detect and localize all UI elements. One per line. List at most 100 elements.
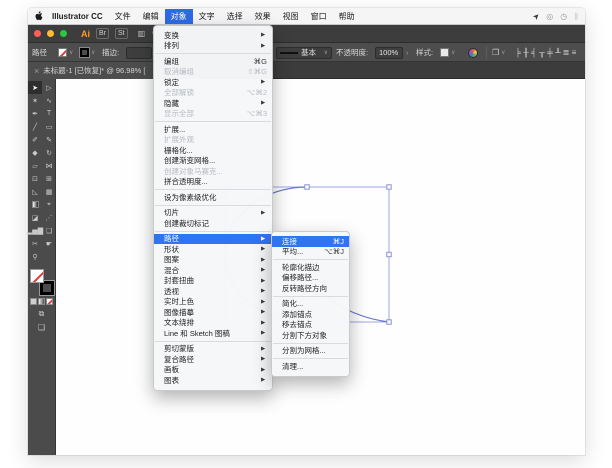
path-submenu-item-轮廓化描边[interactable]: 轮廓化描边 xyxy=(272,262,349,273)
magic-wand-tool[interactable]: ✶ xyxy=(28,94,42,107)
menubar-item-窗口[interactable]: 窗口 xyxy=(305,9,333,24)
minimize-window-button[interactable] xyxy=(47,30,54,37)
object-menu-item-图表[interactable]: 图表▶ xyxy=(154,375,272,386)
path-submenu-item-清理...[interactable]: 清理... xyxy=(272,361,349,372)
chevron-down-icon[interactable]: ∨ xyxy=(451,49,455,56)
style-swatch[interactable] xyxy=(440,48,449,57)
zoom-tool[interactable]: ⚲ xyxy=(28,250,42,263)
object-menu-item-扩展...[interactable]: 扩展... xyxy=(154,124,272,135)
blend-tool[interactable]: ◪ xyxy=(28,211,42,224)
opacity-stepper-icon[interactable]: › xyxy=(406,43,409,62)
selection-tool[interactable]: ➤ xyxy=(28,81,42,94)
scale-tool[interactable]: ▱ xyxy=(28,159,42,172)
object-menu-item-创建渐变网格...[interactable]: 创建渐变网格... xyxy=(154,156,272,167)
menubar-item-对象[interactable]: 对象 xyxy=(165,9,193,24)
object-menu-item-全部解锁[interactable]: 全部解锁⌥⌘2 xyxy=(154,88,272,99)
path-submenu-item-偏移路径...[interactable]: 偏移路径... xyxy=(272,273,349,284)
distribute-vertical-icon[interactable]: ≣ xyxy=(562,48,570,57)
path-submenu-item-分割下方对象[interactable]: 分割下方对象 xyxy=(272,330,349,341)
menubar-item-文字[interactable]: 文字 xyxy=(193,9,221,24)
object-menu-item-透视[interactable]: 透视▶ xyxy=(154,286,272,297)
align-vertical-top-icon[interactable]: ╥ xyxy=(538,48,546,57)
menubar-item-视图[interactable]: 视图 xyxy=(277,9,305,24)
align-vertical-bottom-icon[interactable]: ╨ xyxy=(554,48,562,57)
object-menu-item-栅格化...[interactable]: 栅格化... xyxy=(154,145,272,156)
menubar-item-效果[interactable]: 效果 xyxy=(249,9,277,24)
stroke-weight-field[interactable] xyxy=(126,47,152,59)
object-menu-item-实时上色[interactable]: 实时上色▶ xyxy=(154,297,272,308)
menubar-item-编辑[interactable]: 编辑 xyxy=(137,9,165,24)
object-menu-item-拼合透明度...[interactable]: 拼合透明度... xyxy=(154,177,272,188)
distribute-horizontal-icon[interactable]: ≡ xyxy=(570,48,578,57)
stroke-indicator-swatch[interactable] xyxy=(40,281,54,295)
siri-icon[interactable]: ◎ xyxy=(546,12,553,21)
object-menu-item-显示全部[interactable]: 显示全部⌥⌘3 xyxy=(154,109,272,120)
object-menu-item-Line 和 Sketch 图稿[interactable]: Line 和 Sketch 图稿▶ xyxy=(154,328,272,339)
perspective-grid-tool[interactable]: ◺ xyxy=(28,185,42,198)
eraser-tool[interactable]: ◆ xyxy=(28,146,42,159)
bluetooth-icon[interactable]: ᛒ xyxy=(574,12,579,21)
object-menu-item-图案[interactable]: 图案▶ xyxy=(154,255,272,266)
close-window-button[interactable] xyxy=(34,30,41,37)
free-transform-tool[interactable]: ⊡ xyxy=(28,172,42,185)
fill-stroke-indicator[interactable] xyxy=(30,269,54,295)
object-menu-item-画板[interactable]: 画板▶ xyxy=(154,365,272,376)
align-vertical-center-icon[interactable]: ╪ xyxy=(546,48,554,57)
object-menu-item-取消编组[interactable]: 取消编组⇧⌘G xyxy=(154,67,272,78)
screen-mode-icon[interactable]: ❏ xyxy=(38,323,45,332)
stroke-color-swatch[interactable] xyxy=(80,48,89,57)
object-menu-item-图像描摹[interactable]: 图像描摹▶ xyxy=(154,307,272,318)
object-menu-item-锁定[interactable]: 锁定▶ xyxy=(154,77,272,88)
gradient-mode-button[interactable] xyxy=(38,298,45,305)
clock-icon[interactable]: ◷ xyxy=(560,12,567,21)
paintbrush-tool[interactable]: ✐ xyxy=(28,133,42,146)
object-menu-item-切片[interactable]: 切片▶ xyxy=(154,208,272,219)
hand-tool[interactable]: ☛ xyxy=(42,237,56,250)
width-tool[interactable]: ⋈ xyxy=(42,159,56,172)
rotate-tool[interactable]: ↻ xyxy=(42,146,56,159)
line-segment-tool[interactable]: ╱ xyxy=(28,120,42,133)
object-menu-item-文本绕排[interactable]: 文本绕排▶ xyxy=(154,318,272,329)
symbol-sprayer-tool[interactable]: ⋰ xyxy=(42,211,56,224)
mesh-tool[interactable]: ▦ xyxy=(42,185,56,198)
align-horizontal-right-icon[interactable]: ╡ xyxy=(530,48,538,57)
object-menu-item-扩展外观[interactable]: 扩展外观 xyxy=(154,135,272,146)
object-menu-item-设为像素级优化[interactable]: 设为像素级优化 xyxy=(154,192,272,203)
artboard-tool[interactable]: ❏ xyxy=(42,224,56,237)
pencil-tool[interactable]: ✎ xyxy=(42,133,56,146)
object-menu-item-复合路径[interactable]: 复合路径▶ xyxy=(154,354,272,365)
arrange-documents-icon[interactable]: ▥ xyxy=(138,29,146,38)
object-menu-item-创建裁切标记[interactable]: 创建裁切标记 xyxy=(154,218,272,229)
bridge-button[interactable]: Br xyxy=(96,28,109,39)
slice-tool[interactable]: ✂ xyxy=(28,237,42,250)
draw-mode-icon[interactable]: ⧉ xyxy=(39,309,45,319)
object-menu-item-封套扭曲[interactable]: 封套扭曲▶ xyxy=(154,276,272,287)
chevron-down-icon[interactable]: ∨ xyxy=(91,49,95,56)
rectangle-tool[interactable]: ▭ xyxy=(42,120,56,133)
none-mode-button[interactable] xyxy=(46,298,53,305)
object-menu-item-排列[interactable]: 排列▶ xyxy=(154,41,272,52)
align-horizontal-center-icon[interactable]: ╫ xyxy=(522,48,530,57)
chevron-down-icon[interactable]: ∨ xyxy=(69,49,73,56)
close-tab-icon[interactable]: × xyxy=(34,66,39,76)
menubar-item-文件[interactable]: 文件 xyxy=(109,9,137,24)
object-menu-item-隐藏[interactable]: 隐藏▶ xyxy=(154,98,272,109)
apple-menu-icon[interactable] xyxy=(32,11,46,21)
path-submenu-item-移去锚点[interactable]: 移去锚点 xyxy=(272,320,349,331)
menubar-item-帮助[interactable]: 帮助 xyxy=(333,9,361,24)
stock-button[interactable]: St xyxy=(115,28,128,39)
location-icon[interactable]: ➤ xyxy=(530,10,541,21)
column-graph-tool[interactable]: ▂▅▇ xyxy=(28,224,42,237)
fill-none-swatch[interactable] xyxy=(30,269,44,283)
shape-builder-tool[interactable]: ⊞ xyxy=(42,172,56,185)
object-menu-item-创建对象马赛克...[interactable]: 创建对象马赛克... xyxy=(154,166,272,177)
color-mode-button[interactable] xyxy=(30,298,37,305)
object-menu-item-路径[interactable]: 路径▶ xyxy=(154,234,272,245)
object-menu-item-剪切蒙版[interactable]: 剪切蒙版▶ xyxy=(154,344,272,355)
eyedropper-tool[interactable]: ⌖ xyxy=(42,198,56,211)
type-tool[interactable]: T xyxy=(42,107,56,120)
menubar-item-选择[interactable]: 选择 xyxy=(221,9,249,24)
brush-definition-dropdown[interactable]: 基本 ∨ xyxy=(276,47,332,59)
object-menu-item-变换[interactable]: 变换▶ xyxy=(154,30,272,41)
pen-tool[interactable]: ✒ xyxy=(28,107,42,120)
